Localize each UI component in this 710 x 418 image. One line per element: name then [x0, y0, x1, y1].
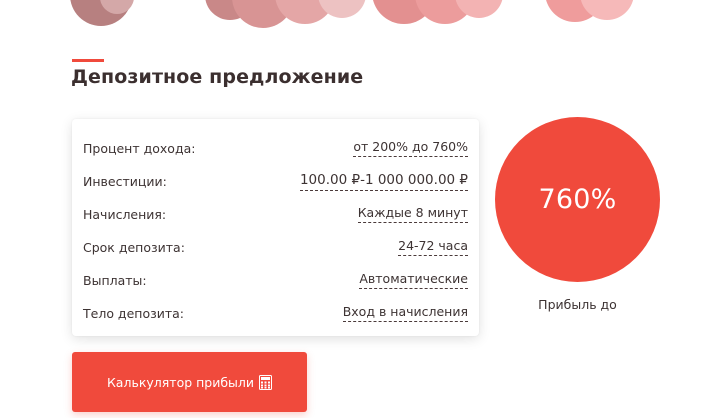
- offer-row-label: Выплаты:: [83, 272, 147, 288]
- offer-row-value[interactable]: 100.00 ₽-1 000 000.00 ₽: [299, 172, 468, 191]
- offer-row-label: Начисления:: [83, 206, 167, 222]
- offer-row-deposit-term: Срок депозита: 24-72 часа: [83, 235, 468, 259]
- page-title: Депозитное предложение: [71, 66, 364, 88]
- offer-row-label: Процент дохода:: [83, 140, 196, 156]
- offer-row-payouts: Выплаты: Автоматические: [83, 268, 468, 292]
- max-profit-circle: 760%: [495, 117, 660, 282]
- offer-row-value[interactable]: Вход в начисления: [342, 304, 468, 322]
- decorative-cloud-banner: [0, 0, 710, 32]
- offer-row-value[interactable]: 24-72 часа: [398, 238, 468, 256]
- title-accent-line: [72, 59, 104, 62]
- offer-row-label: Срок депозита:: [83, 239, 185, 255]
- profit-calculator-label: Калькулятор прибыли: [106, 374, 255, 390]
- offer-row-value[interactable]: Каждые 8 минут: [357, 205, 468, 223]
- offer-row-deposit-body: Тело депозита: Вход в начисления: [83, 301, 468, 325]
- offer-row-label: Инвестиции:: [83, 173, 167, 189]
- offer-row-income-percent: Процент дохода: от 200% до 760%: [83, 136, 468, 160]
- calculator-icon: [259, 374, 273, 390]
- offer-row-label: Тело депозита:: [83, 305, 185, 321]
- deposit-offer-card: Процент дохода: от 200% до 760% Инвестиц…: [72, 119, 479, 336]
- max-profit-percent: 760%: [538, 184, 617, 215]
- offer-row-investments: Инвестиции: 100.00 ₽-1 000 000.00 ₽: [83, 169, 468, 193]
- offer-row-accruals: Начисления: Каждые 8 минут: [83, 202, 468, 226]
- offer-row-value[interactable]: Автоматические: [359, 271, 468, 289]
- max-profit-caption: Прибыль до: [538, 297, 617, 312]
- offer-row-value[interactable]: от 200% до 760%: [353, 139, 468, 157]
- profit-calculator-button[interactable]: Калькулятор прибыли: [72, 352, 307, 412]
